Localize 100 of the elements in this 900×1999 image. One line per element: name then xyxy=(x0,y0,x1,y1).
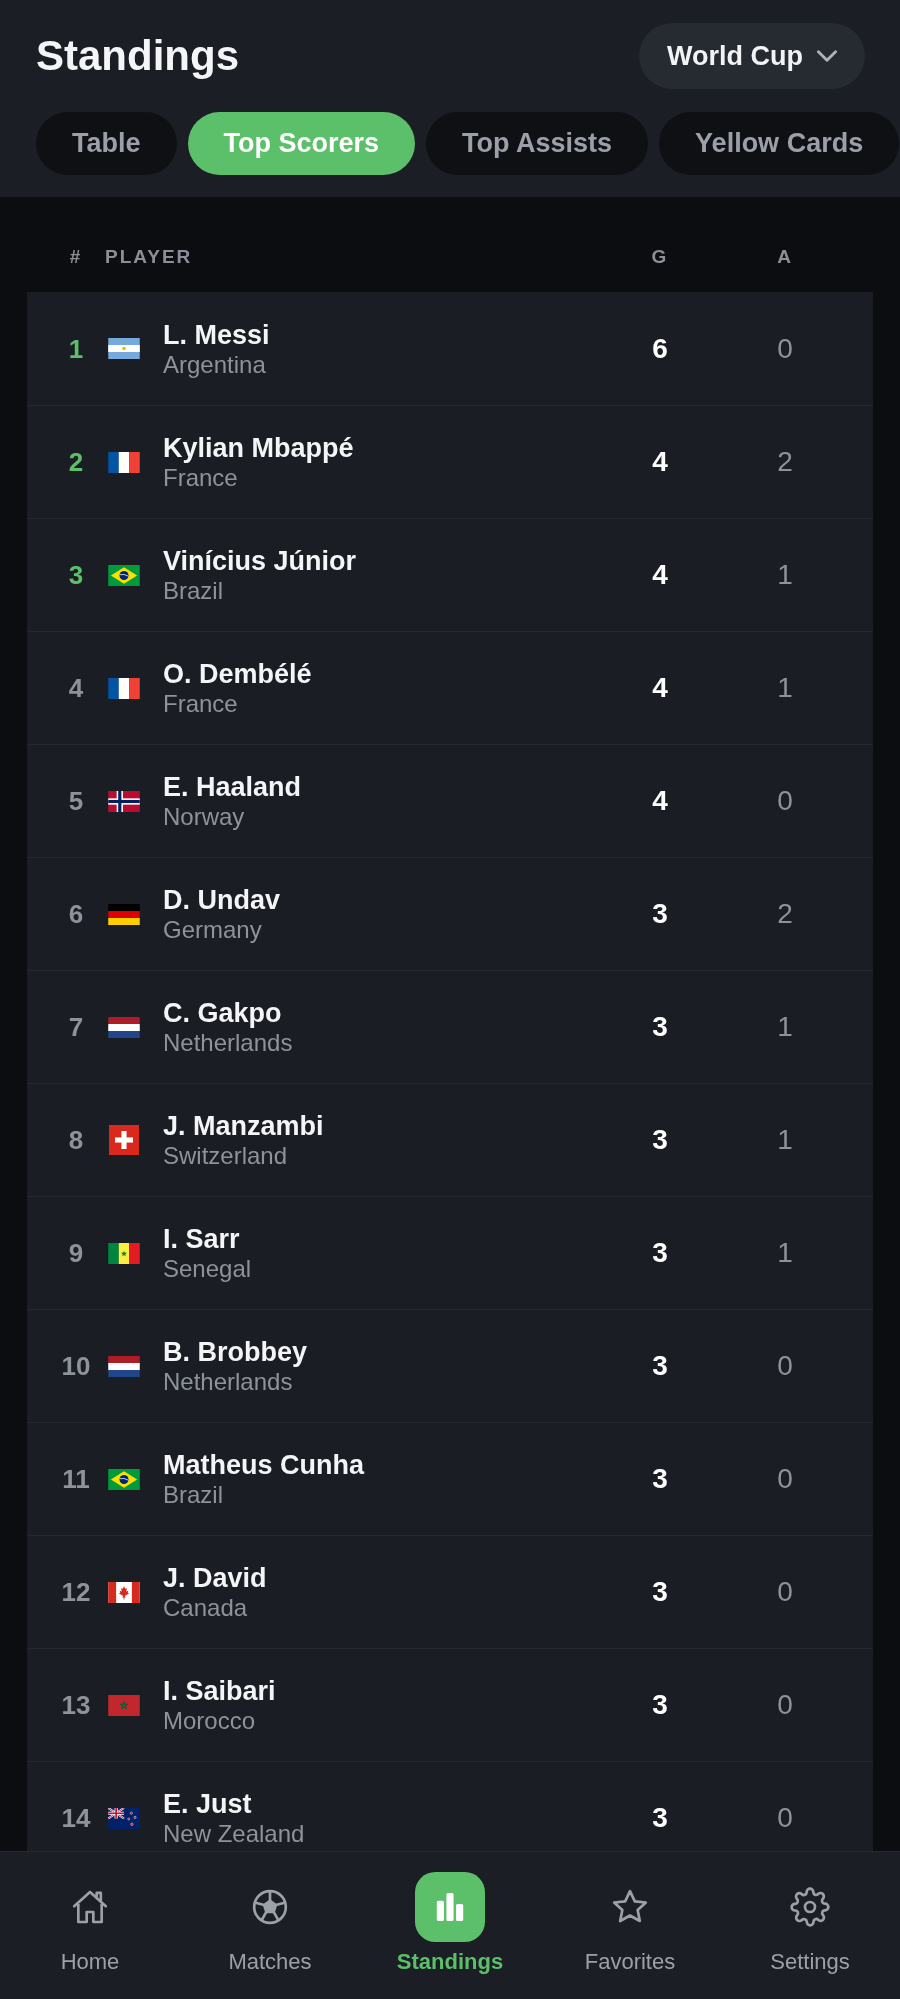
flag-icon xyxy=(108,1242,140,1264)
flag-icon xyxy=(108,677,140,699)
page-title: Standings xyxy=(36,31,239,81)
rank-number: 5 xyxy=(68,786,84,816)
goals-value: 3 xyxy=(652,1124,668,1155)
assists-value: 2 xyxy=(777,446,793,477)
country-name: Canada xyxy=(163,1594,248,1622)
player-name: B. Brobbey xyxy=(163,1336,308,1368)
competition-dropdown[interactable]: World Cup xyxy=(639,23,865,89)
assists-value: 0 xyxy=(777,1576,793,1607)
soccer-ball-icon xyxy=(250,1887,290,1927)
player-name: C. Gakpo xyxy=(163,997,282,1029)
goals-value: 3 xyxy=(652,1802,668,1833)
goals-value: 6 xyxy=(652,332,668,364)
country-name: Netherlands xyxy=(163,1029,293,1057)
assists-value: 0 xyxy=(777,785,793,816)
player-name: E. Haaland xyxy=(163,771,302,803)
rank-number: 12 xyxy=(61,1577,91,1607)
rank-number: 4 xyxy=(68,673,84,703)
flag-icon xyxy=(108,1468,140,1490)
player-name: I. Saibari xyxy=(163,1675,276,1707)
player-name: D. Undav xyxy=(163,884,281,916)
assists-value: 1 xyxy=(777,1237,793,1268)
flag-icon xyxy=(108,1016,140,1038)
flag-icon xyxy=(108,451,140,473)
assists-value: 0 xyxy=(777,1463,793,1494)
player-name: Matheus Cunha xyxy=(163,1449,364,1481)
assists-value: 0 xyxy=(777,1802,793,1833)
tab[interactable]: Table xyxy=(36,112,177,175)
country-name: Norway xyxy=(163,803,245,831)
player-name: E. Just xyxy=(163,1788,252,1820)
column-header: G xyxy=(651,246,669,267)
country-name: New Zealand xyxy=(163,1820,305,1848)
assists-value: 0 xyxy=(777,1350,793,1381)
nav-item[interactable]: Favorites xyxy=(578,1872,682,1975)
flag-icon xyxy=(108,903,140,925)
country-name: Morocco xyxy=(163,1707,256,1735)
tab[interactable]: Top Assists xyxy=(426,112,649,175)
chevron-down-icon xyxy=(817,50,837,62)
rank-number: 10 xyxy=(61,1351,91,1381)
flag-icon xyxy=(108,1694,140,1716)
goals-value: 4 xyxy=(652,672,668,703)
flag-icon xyxy=(108,1581,140,1603)
assists-value: 0 xyxy=(777,1689,793,1720)
player-name: J. David xyxy=(163,1562,267,1594)
column-header: A xyxy=(777,246,793,267)
goals-value: 3 xyxy=(652,1237,668,1268)
tab[interactable]: Yellow Cards xyxy=(659,112,900,175)
nav-item[interactable]: Standings xyxy=(390,1872,510,1975)
rank-number: 1 xyxy=(68,333,84,364)
rank-number: 14 xyxy=(61,1803,91,1833)
player-name: O. Dembélé xyxy=(163,658,312,690)
assists-value: 1 xyxy=(777,1124,793,1155)
nav-item[interactable]: Matches xyxy=(222,1872,318,1975)
goals-value: 4 xyxy=(652,785,668,816)
rank-number: 6 xyxy=(68,899,84,929)
settings-icon xyxy=(790,1887,830,1927)
bar-chart-icon xyxy=(415,1872,485,1942)
country-name: France xyxy=(163,690,238,718)
goals-value: 4 xyxy=(652,446,668,477)
goals-value: 3 xyxy=(652,898,668,929)
nav-item[interactable]: Settings xyxy=(764,1872,856,1975)
country-name: Brazil xyxy=(163,1481,223,1509)
rank-number: 2 xyxy=(68,447,84,477)
assists-value: 2 xyxy=(777,898,793,929)
flag-icon xyxy=(108,338,140,359)
goals-value: 3 xyxy=(652,1011,668,1042)
column-header: # xyxy=(69,246,83,267)
goals-value: 3 xyxy=(652,1576,668,1607)
rank-number: 7 xyxy=(68,1012,84,1042)
rank-number: 13 xyxy=(61,1690,91,1720)
column-header: PLAYER xyxy=(105,245,193,269)
country-name: Germany xyxy=(163,916,262,944)
rank-number: 8 xyxy=(68,1125,84,1155)
player-name: J. Manzambi xyxy=(163,1110,324,1142)
flag-icon xyxy=(108,564,140,586)
flag-icon xyxy=(108,1807,140,1829)
country-name: Switzerland xyxy=(163,1142,288,1170)
rank-number: 11 xyxy=(62,1464,90,1494)
country-name: Argentina xyxy=(163,350,266,379)
country-name: Brazil xyxy=(163,577,223,605)
flag-icon xyxy=(108,790,140,812)
country-name: France xyxy=(163,464,238,492)
goals-value: 3 xyxy=(652,1350,668,1381)
assists-value: 0 xyxy=(777,332,793,364)
goals-value: 4 xyxy=(652,559,668,590)
player-name: Kylian Mbappé xyxy=(163,432,354,464)
country-name: Netherlands xyxy=(163,1368,293,1396)
player-name: Vinícius Júnior xyxy=(163,545,357,577)
player-name: I. Sarr xyxy=(163,1223,240,1255)
goals-value: 3 xyxy=(652,1689,668,1720)
assists-value: 1 xyxy=(777,559,793,590)
country-name: Senegal xyxy=(163,1255,252,1283)
assists-value: 1 xyxy=(777,672,793,703)
rank-number: 9 xyxy=(68,1238,84,1268)
flag-icon xyxy=(108,1355,140,1377)
flag-icon xyxy=(109,1125,139,1155)
player-name: L. Messi xyxy=(163,318,270,351)
assists-value: 1 xyxy=(777,1011,793,1042)
nav-item[interactable]: Home xyxy=(54,1872,126,1975)
